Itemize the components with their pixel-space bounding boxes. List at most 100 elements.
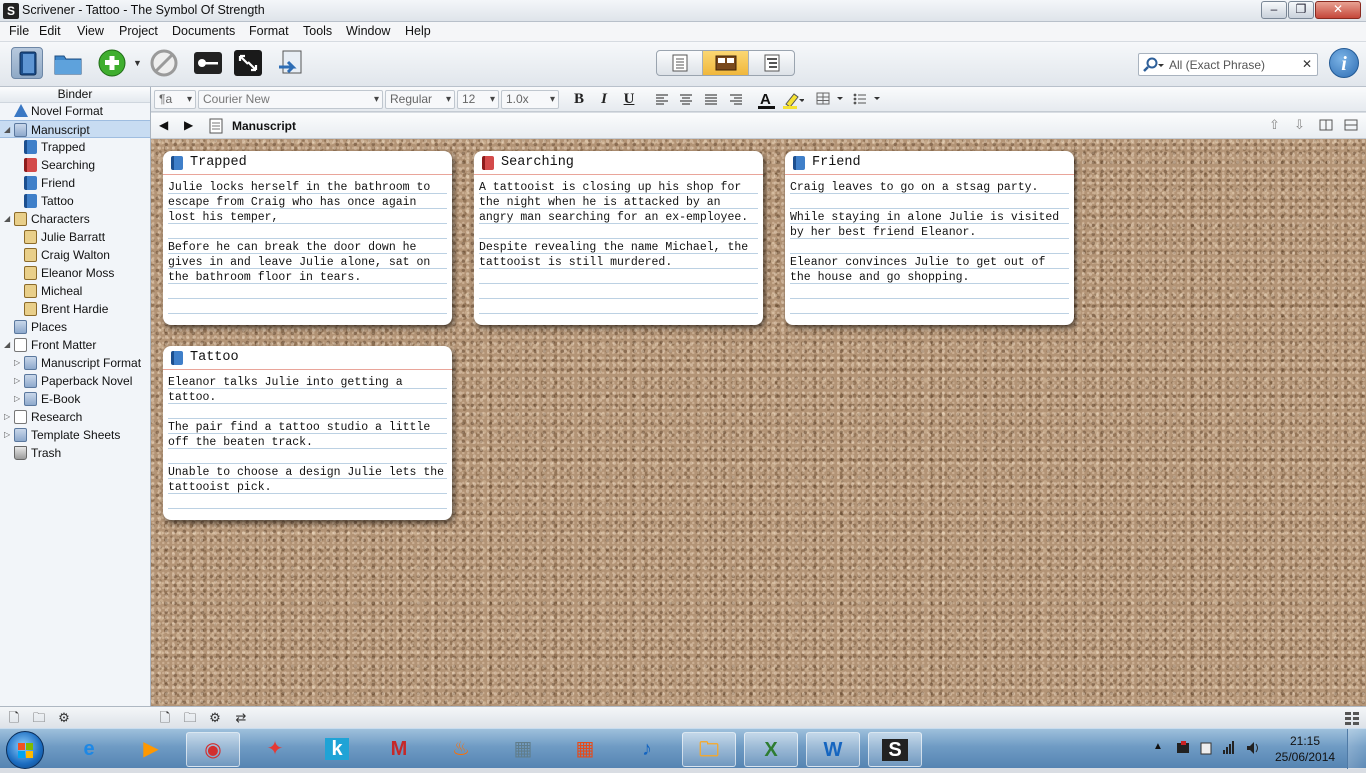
add-button[interactable]: [97, 47, 129, 79]
underline-button[interactable]: U: [620, 90, 638, 109]
minimize-button[interactable]: –: [1261, 1, 1287, 19]
menu-project[interactable]: Project: [119, 24, 158, 38]
add-folder-icon[interactable]: 🗀: [31, 710, 47, 726]
start-button[interactable]: [6, 731, 44, 769]
bold-button[interactable]: B: [570, 90, 588, 109]
swap-arrows-icon[interactable]: ⇄: [233, 710, 249, 726]
split-horizontal-icon[interactable]: [1344, 119, 1358, 131]
search-input[interactable]: [1169, 57, 1299, 73]
binder-item-characters[interactable]: ◢ Characters: [0, 210, 150, 228]
keywords-button[interactable]: [192, 47, 224, 79]
binder-toggle-button[interactable]: [11, 47, 43, 79]
binder-item-paperback-novel[interactable]: ▷ Paperback Novel: [0, 372, 150, 390]
binder-item-template-sheets[interactable]: ▷ Template Sheets: [0, 426, 150, 444]
binder-item-searching[interactable]: Searching: [0, 156, 150, 174]
binder-item-manuscript-format[interactable]: ▷ Manuscript Format: [0, 354, 150, 372]
add-dropdown-arrow[interactable]: ▼: [133, 58, 142, 68]
add-document-icon[interactable]: 🗋: [6, 710, 22, 726]
show-desktop-button[interactable]: [1347, 729, 1366, 769]
navigate-forward-button[interactable]: ▶: [184, 118, 193, 132]
disclosure-triangle-icon[interactable]: ◢: [4, 121, 14, 139]
binder-item-trapped[interactable]: Trapped: [0, 138, 150, 156]
menu-view[interactable]: View: [77, 24, 104, 38]
search-icon[interactable]: [1143, 57, 1165, 73]
index-card-searching[interactable]: Searching A tattooist is closing up his s…: [474, 151, 763, 325]
card-synopsis[interactable]: Craig leaves to go on a stsag party. Whi…: [790, 180, 1069, 320]
move-up-icon[interactable]: ⇧: [1269, 117, 1280, 133]
scrivener-app-icon[interactable]: S: [3, 3, 19, 19]
text-color-icon[interactable]: A: [757, 90, 777, 110]
binder-item-research[interactable]: ▷ Research: [0, 408, 150, 426]
binder-item-places[interactable]: Places: [0, 318, 150, 336]
scrivenings-view-button[interactable]: [657, 51, 703, 75]
binder-settings-gear-icon[interactable]: ⚙: [56, 710, 72, 726]
compile-button[interactable]: [275, 47, 307, 79]
apps-grid-taskbar-button[interactable]: ▦: [558, 732, 612, 767]
list-icon[interactable]: [851, 91, 885, 107]
menu-documents[interactable]: Documents: [172, 24, 235, 38]
document-icon[interactable]: [207, 117, 225, 135]
card-synopsis[interactable]: Eleanor talks Julie into getting a tatto…: [168, 375, 447, 515]
close-button[interactable]: ✕: [1315, 1, 1361, 19]
mcafee-taskbar-button[interactable]: M: [372, 732, 426, 767]
word-taskbar-button[interactable]: W: [806, 732, 860, 767]
binder-item-manuscript[interactable]: ◢ Manuscript: [0, 120, 150, 138]
card-title[interactable]: Tattoo: [190, 350, 239, 365]
disclosure-triangle-icon[interactable]: ▷: [4, 408, 14, 426]
calculator-taskbar-button[interactable]: ▦: [496, 732, 550, 767]
outliner-view-button[interactable]: [749, 51, 795, 75]
index-card-friend[interactable]: Friend Craig leaves to go on a stsag part…: [785, 151, 1074, 325]
scrivener-taskbar-button[interactable]: S: [868, 732, 922, 767]
search-box[interactable]: ✕: [1138, 53, 1318, 76]
paragraph-style-select[interactable]: ¶a: [154, 90, 196, 109]
itunes-taskbar-button[interactable]: ♪: [620, 732, 674, 767]
media-center-taskbar-button[interactable]: ▶: [124, 732, 178, 767]
menu-file[interactable]: File: [9, 24, 29, 38]
menu-window[interactable]: Window: [346, 24, 390, 38]
full-screen-button[interactable]: [232, 47, 264, 79]
search-clear-icon[interactable]: ✕: [1302, 57, 1312, 71]
split-vertical-icon[interactable]: [1319, 119, 1333, 131]
grid-view-icon[interactable]: [1344, 711, 1360, 725]
disclosure-triangle-icon[interactable]: ◢: [4, 210, 14, 228]
navigate-back-button[interactable]: ◀: [159, 118, 168, 132]
menu-format[interactable]: Format: [249, 24, 289, 38]
disclosure-triangle-icon[interactable]: ▷: [4, 426, 14, 444]
project-folder-button[interactable]: [52, 47, 84, 79]
font-size-select[interactable]: 12: [457, 90, 499, 109]
binder-item-eleanor-moss[interactable]: Eleanor Moss: [0, 264, 150, 282]
internet-explorer-taskbar-button[interactable]: e: [62, 732, 116, 767]
card-title[interactable]: Friend: [812, 155, 861, 170]
disclosure-triangle-icon[interactable]: ▷: [14, 372, 24, 390]
inspector-info-button[interactable]: i: [1329, 48, 1359, 78]
maximize-button[interactable]: ❐: [1288, 1, 1314, 19]
menu-edit[interactable]: Edit: [39, 24, 61, 38]
binder-item-trash[interactable]: Trash: [0, 444, 150, 462]
card-synopsis[interactable]: A tattooist is closing up his shop for t…: [479, 180, 758, 320]
disclosure-triangle-icon[interactable]: ◢: [4, 336, 14, 354]
move-down-icon[interactable]: ⇩: [1294, 117, 1305, 133]
editor-add-document-icon[interactable]: 🗋: [157, 710, 173, 726]
binder-item-craig-walton[interactable]: Craig Walton: [0, 246, 150, 264]
explorer-taskbar-button[interactable]: 🗀: [682, 732, 736, 767]
editor-add-folder-icon[interactable]: 🗀: [182, 710, 198, 726]
binder-item-julie-barratt[interactable]: Julie Barratt: [0, 228, 150, 246]
binder-item-e-book[interactable]: ▷ E-Book: [0, 390, 150, 408]
italic-button[interactable]: I: [595, 90, 613, 109]
binder-item-tattoo[interactable]: Tattoo: [0, 192, 150, 210]
card-title[interactable]: Searching: [501, 155, 574, 170]
chrome-taskbar-button[interactable]: ◉: [186, 732, 240, 767]
font-family-select[interactable]: Courier New: [198, 90, 383, 109]
excel-taskbar-button[interactable]: X: [744, 732, 798, 767]
menu-tools[interactable]: Tools: [303, 24, 332, 38]
editor-settings-gear-icon[interactable]: ⚙: [207, 710, 223, 726]
card-synopsis[interactable]: Julie locks herself in the bathroom to e…: [168, 180, 447, 320]
index-card-trapped[interactable]: Trapped Julie locks herself in the bathro…: [163, 151, 452, 325]
binder-item-front-matter[interactable]: ◢ Front Matter: [0, 336, 150, 354]
binder-item-novel-format[interactable]: Novel Format: [0, 102, 150, 120]
binder-item-friend[interactable]: Friend: [0, 174, 150, 192]
binder-item-brent-hardie[interactable]: Brent Hardie: [0, 300, 150, 318]
app-taskbar-button[interactable]: ✦: [248, 732, 302, 767]
highlight-icon[interactable]: [782, 90, 804, 110]
disclosure-triangle-icon[interactable]: ▷: [14, 354, 24, 372]
